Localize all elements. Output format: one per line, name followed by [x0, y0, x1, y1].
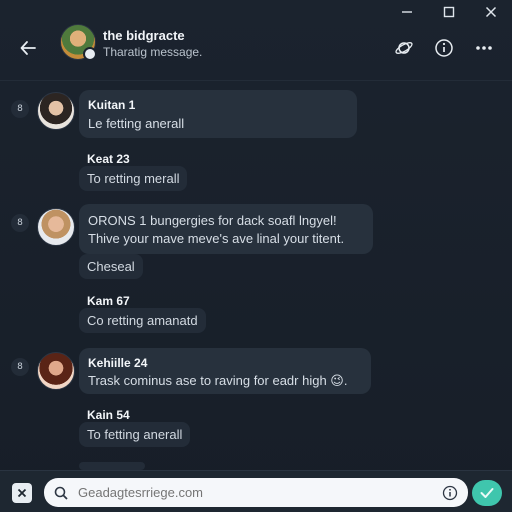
back-arrow-icon [20, 41, 36, 55]
message-text-line-1: ORONS 1 bungergies for dack soafl lngyel… [88, 213, 337, 228]
message-bubble[interactable]: To fetting anerall [79, 422, 191, 447]
message-sender: Kehiille 24 [88, 356, 148, 370]
avatar[interactable] [37, 208, 75, 246]
message-text: To fetting anerall [87, 427, 183, 442]
info-icon[interactable] [442, 485, 458, 501]
send-button[interactable] [472, 480, 502, 506]
more-icon [476, 46, 492, 50]
close-icon [17, 488, 27, 498]
avatar[interactable] [37, 352, 75, 390]
search-icon [54, 486, 68, 500]
message-sender: Kuitan 1 [88, 98, 136, 112]
planet-button[interactable] [390, 34, 418, 62]
message-bubble[interactable]: Cheseal [79, 254, 143, 279]
message-text: Le fetting anerall [88, 116, 185, 131]
message-marker: 8 [11, 100, 29, 118]
message-composer [0, 470, 512, 512]
message-bubble[interactable]: To retting merall [79, 166, 188, 191]
back-button[interactable] [14, 34, 42, 62]
message-marker: 8 [11, 358, 29, 376]
conversation-header: the bidgracte Tharatig message. [0, 18, 512, 81]
close-composer-button[interactable] [12, 483, 32, 503]
planet-icon [395, 42, 413, 54]
conversation-title: the bidgracte [103, 28, 185, 43]
maximize-icon [443, 6, 455, 18]
message-text: To retting merall [87, 171, 180, 186]
message-input[interactable] [76, 484, 442, 501]
message-text: Trask cominus ase to raving for eadr hig… [88, 373, 348, 388]
message-list[interactable]: 8 Kuitan 1 Le fetting anerall Keat 23 To… [0, 82, 512, 470]
chat-window: the bidgracte Tharatig message. 8 Kuitan… [0, 0, 512, 512]
search-field[interactable] [44, 478, 468, 507]
message-marker: 8 [11, 214, 29, 232]
message-text-line-2: Thive your mave meve's ave linal your ti… [88, 231, 345, 246]
header-actions [390, 34, 498, 62]
info-icon [435, 39, 453, 57]
conversation-subtitle: Tharatig message. [103, 45, 203, 59]
message-sender: Keat 23 [87, 152, 130, 166]
message-sender: Kam 67 [87, 294, 130, 308]
send-icon [480, 488, 494, 498]
message-bubble-partial[interactable] [79, 462, 145, 470]
more-options-button[interactable] [470, 34, 498, 62]
message-sender: Kain 54 [87, 408, 130, 422]
info-button[interactable] [430, 34, 458, 62]
message-bubble[interactable]: Kuitan 1 Le fetting anerall [79, 90, 357, 138]
message-bubble[interactable]: ORONS 1 bungergies for dack soafl lngyel… [79, 204, 373, 254]
conversation-avatar[interactable] [60, 24, 97, 61]
minimize-icon [402, 11, 412, 13]
message-text: Co retting amanatd [87, 313, 198, 328]
message-text: Cheseal [87, 259, 135, 274]
avatar[interactable] [37, 92, 75, 130]
message-bubble[interactable]: Kehiille 24 Trask cominus ase to raving … [79, 348, 371, 394]
status-badge [83, 47, 97, 61]
close-icon [485, 6, 497, 18]
message-bubble[interactable]: Co retting amanatd [79, 308, 206, 333]
